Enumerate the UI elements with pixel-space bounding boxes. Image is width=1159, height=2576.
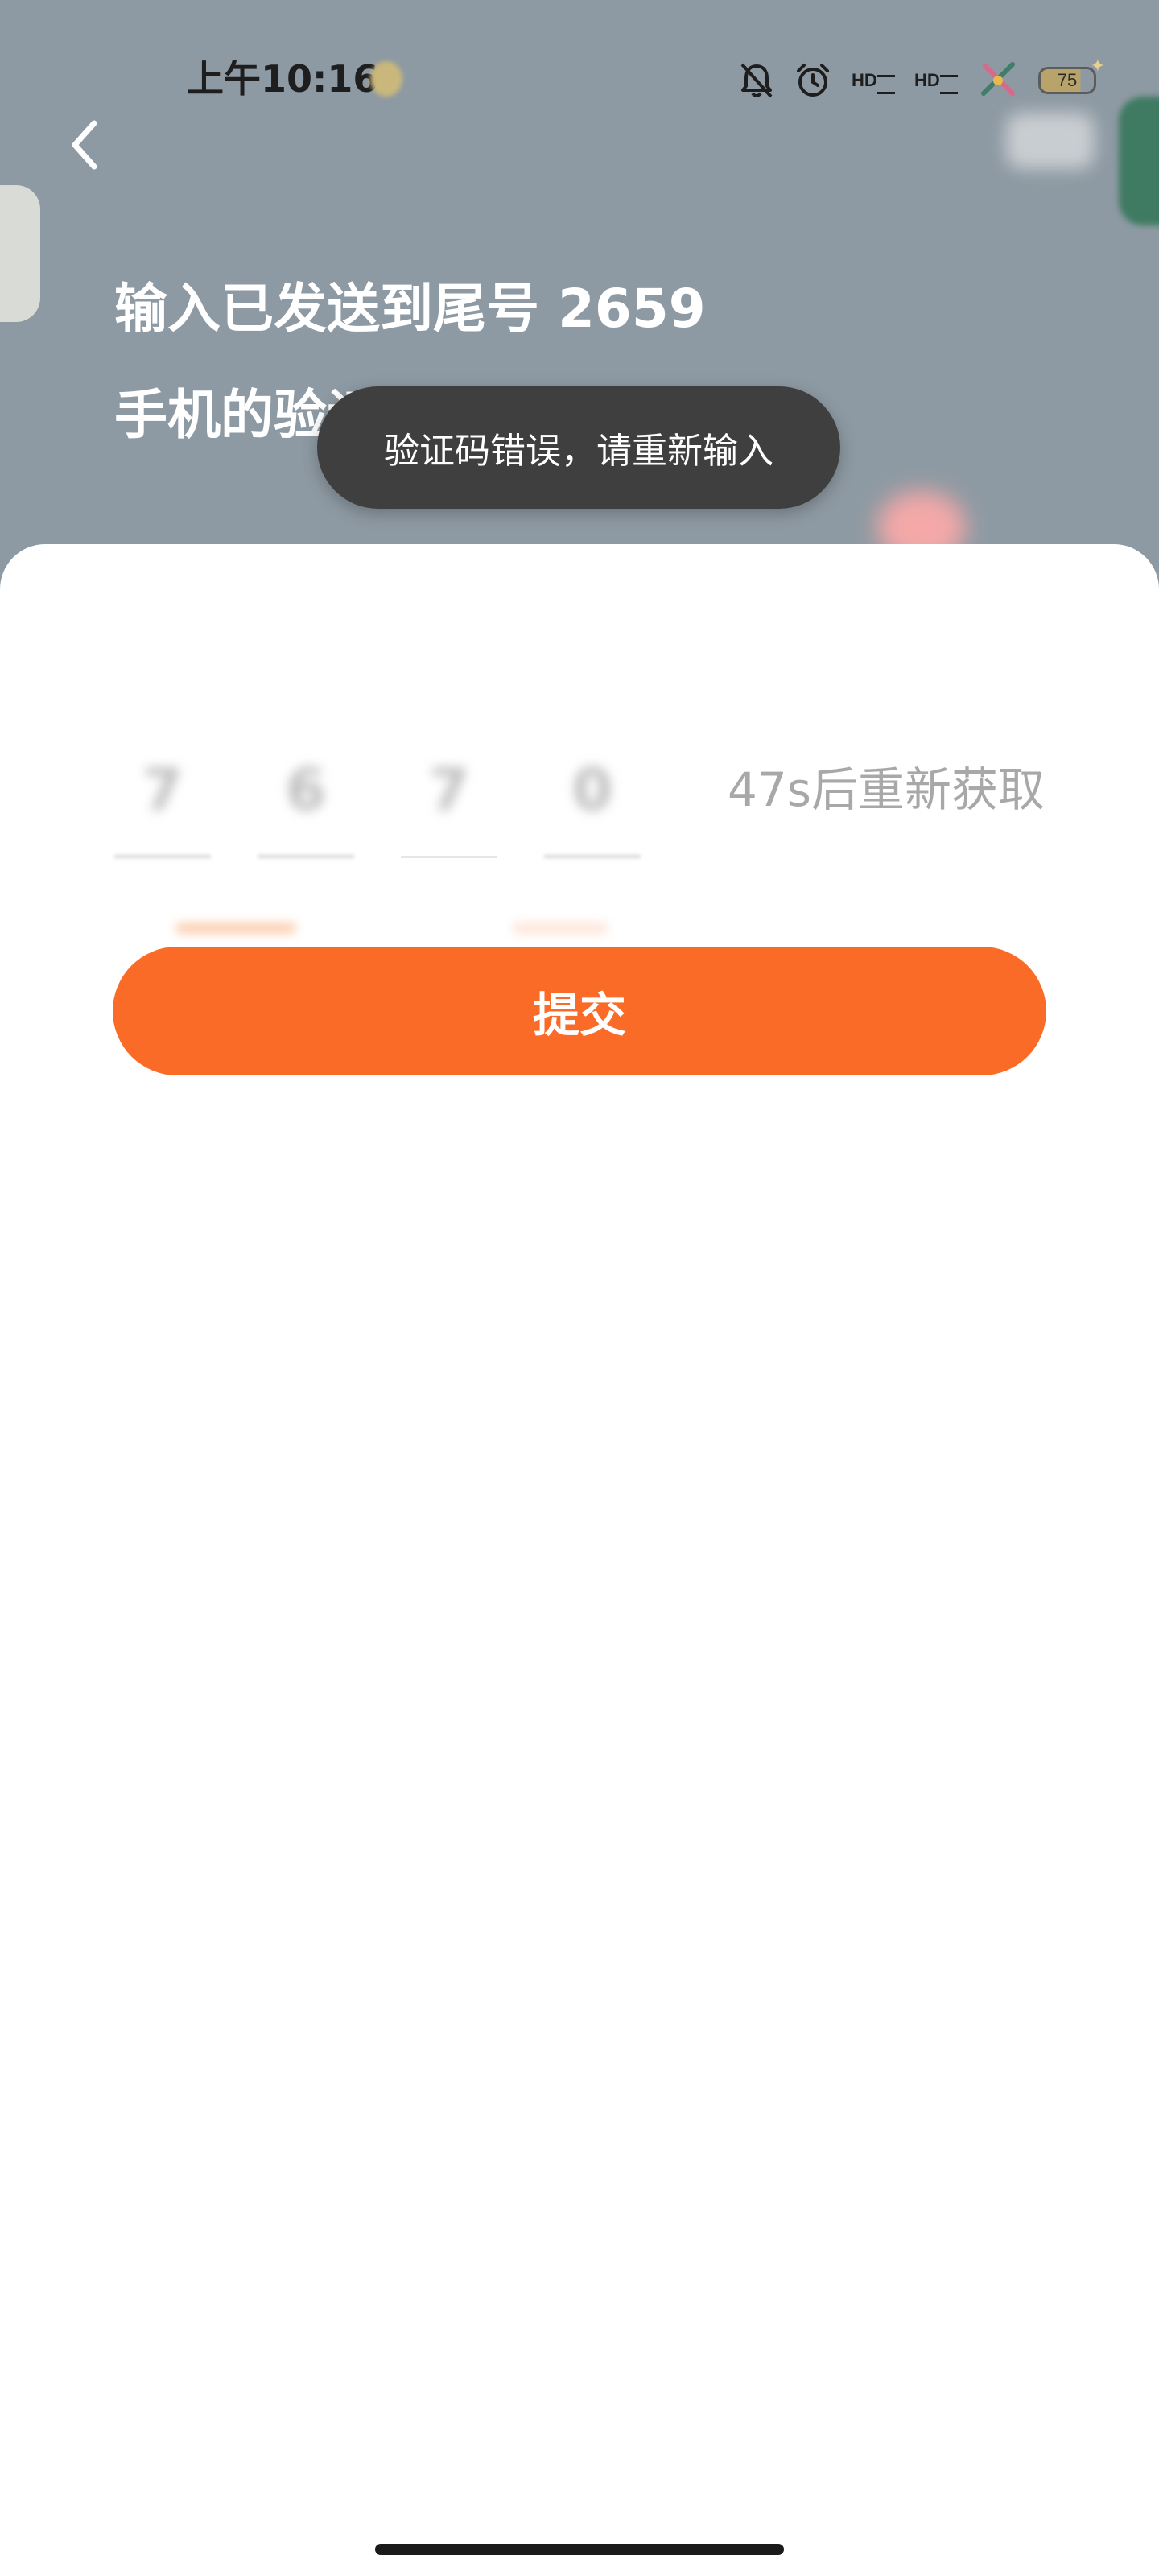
status-time: 上午10:16 <box>187 57 379 101</box>
code-underline <box>114 855 211 858</box>
alarm-icon <box>797 64 829 97</box>
code-underline <box>258 855 354 858</box>
submit-button[interactable]: 提交 <box>113 947 1046 1075</box>
status-icons: HD HD 75 ✦ <box>739 56 1105 105</box>
battery-level: 75 <box>1057 70 1078 90</box>
hd-signal-icon: HD <box>852 72 895 94</box>
verification-code-input[interactable]: 7 6 7 0 <box>114 745 645 858</box>
code-digit: 0 <box>571 756 613 824</box>
decorative-shape <box>0 185 40 322</box>
decorative-shape <box>175 923 296 934</box>
content-sheet: 7 6 7 0 47s后重新获取 提交 <box>0 544 1159 2576</box>
code-digit-box[interactable]: 0 <box>544 745 641 858</box>
weather-icon <box>370 61 402 97</box>
decorative-shape <box>512 923 608 934</box>
back-button[interactable] <box>56 113 113 177</box>
status-bar: 上午10:16 HD HD 75 ✦ <box>0 48 1159 113</box>
bell-muted-icon <box>740 63 773 98</box>
resend-code-button[interactable]: 47s后重新获取 <box>728 745 1045 834</box>
error-toast: 验证码错误，请重新输入 <box>317 386 840 509</box>
title-line: 输入已发送到尾号 2659 <box>114 278 706 340</box>
home-indicator[interactable] <box>375 2544 784 2555</box>
code-digit-box[interactable]: 6 <box>258 745 354 858</box>
code-underline <box>401 856 497 858</box>
code-digit-box[interactable]: 7 <box>114 745 211 858</box>
code-digit: 6 <box>285 756 327 824</box>
battery-icon: 75 ✦ <box>1038 56 1105 94</box>
decorative-shape <box>1006 113 1095 169</box>
code-underline <box>544 855 641 858</box>
sparkle-icon: ✦ <box>1090 56 1105 76</box>
chevron-left-icon <box>72 120 97 170</box>
hd-signal-icon: HD <box>914 72 958 94</box>
app-notification-icon <box>981 62 1015 96</box>
code-digit-box[interactable]: 7 <box>401 745 497 858</box>
code-digit: 7 <box>428 756 470 824</box>
decorative-shape <box>1119 97 1159 225</box>
code-digit: 7 <box>142 756 184 824</box>
